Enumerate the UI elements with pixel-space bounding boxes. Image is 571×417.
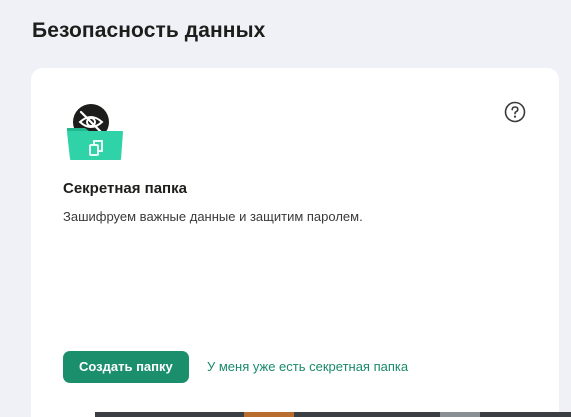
- taskbar-segment: [440, 412, 480, 417]
- card-description: Зашифруем важные данные и защитим пароле…: [63, 209, 363, 224]
- taskbar-segment: [244, 412, 294, 417]
- page: Безопасность данных Секретная папка Заши…: [0, 0, 571, 417]
- create-folder-button[interactable]: Создать папку: [63, 351, 189, 383]
- taskbar-strip: [95, 412, 571, 417]
- existing-folder-link[interactable]: У меня уже есть секретная папка: [207, 359, 408, 374]
- question-circle-icon[interactable]: [504, 101, 526, 123]
- secret-folder-icon: [66, 104, 124, 162]
- page-title: Безопасность данных: [32, 19, 266, 42]
- card-title: Секретная папка: [63, 180, 187, 197]
- secret-folder-card: Секретная папка Зашифруем важные данные …: [31, 68, 559, 417]
